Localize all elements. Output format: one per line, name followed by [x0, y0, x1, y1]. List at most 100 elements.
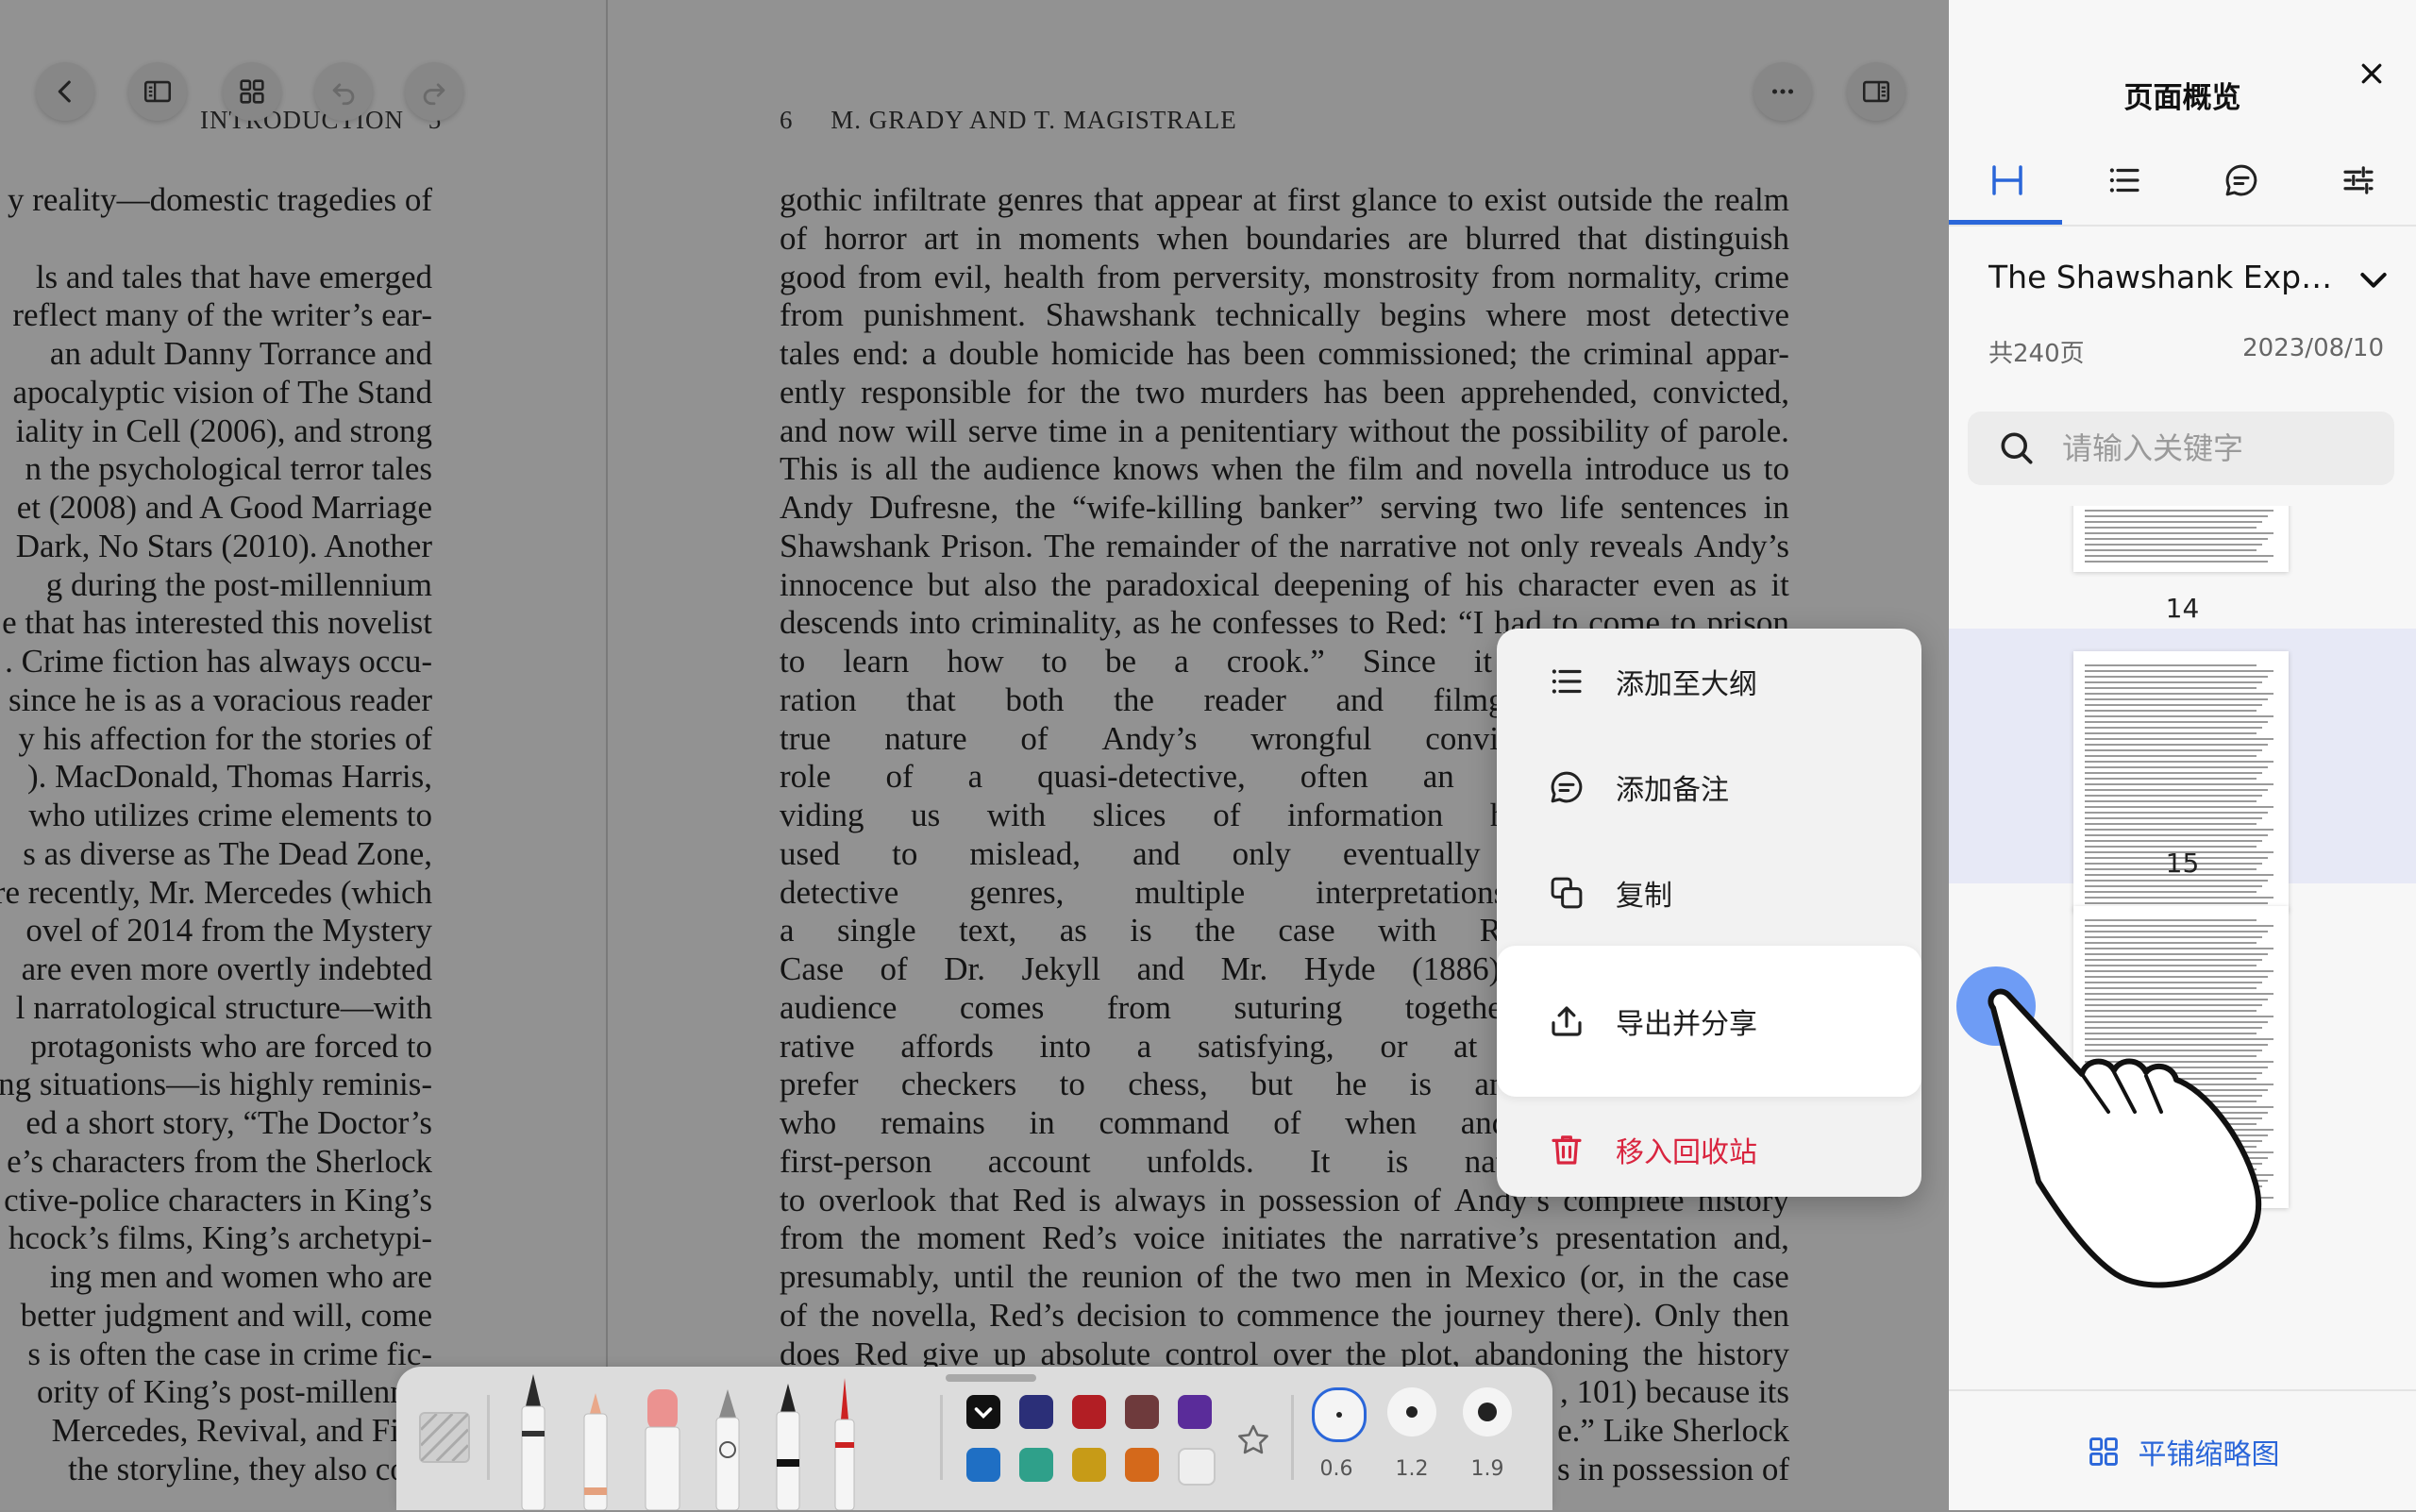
- left-page: INTRODUCTION 5 y reality—domestic traged…: [0, 0, 608, 1510]
- running-head-text: M. GRADY AND T. MAGISTRALE: [830, 106, 1237, 134]
- redo-button[interactable]: [405, 62, 463, 121]
- thumbnail-text-line: [2085, 959, 2262, 961]
- fountain-pen-tool[interactable]: [510, 1372, 557, 1510]
- color-swatch[interactable]: [1178, 1448, 1216, 1486]
- thumbnail-text-line: [2085, 976, 2268, 978]
- page-count: 共240页: [1988, 340, 2085, 368]
- tab-settings[interactable]: [2300, 138, 2416, 223]
- text-line: s is often the case in crime fic-: [27, 1335, 432, 1372]
- lasso-tool[interactable]: [704, 1386, 751, 1510]
- search-input[interactable]: [2060, 429, 2366, 467]
- menu-item-label: 复制: [1616, 880, 1672, 913]
- color-swatch[interactable]: [1125, 1395, 1159, 1429]
- eraser-pattern-tool[interactable]: [419, 1412, 470, 1463]
- text-line: ore recently, Mr. Mercedes (which: [0, 873, 432, 911]
- search-box[interactable]: [1968, 412, 2394, 485]
- color-swatch[interactable]: [966, 1448, 1000, 1482]
- thumbnail-text-line: [2085, 727, 2262, 729]
- text-line: l narratological structure—with: [15, 988, 432, 1026]
- text-line: g during the post-millennium: [45, 565, 432, 603]
- color-swatch[interactable]: [1072, 1395, 1106, 1429]
- side-panel-button[interactable]: [1847, 62, 1905, 121]
- layout-button[interactable]: [128, 62, 187, 121]
- toolbar-divider: [1291, 1395, 1294, 1480]
- tile-thumbnails-button[interactable]: 平铺缩略图: [1949, 1389, 2416, 1512]
- text-line: protagonists who are forced to: [30, 1027, 432, 1065]
- thickness-option-medium[interactable]: [1387, 1387, 1436, 1436]
- toolbar-drag-handle[interactable]: [946, 1374, 1036, 1382]
- text-line: the storyline, they also cont: [68, 1450, 432, 1487]
- text-line: of horror art in moments when boundaries are blu…: [780, 219, 1789, 257]
- red-pen-tool[interactable]: [821, 1376, 868, 1510]
- color-swatch[interactable]: [1125, 1448, 1159, 1482]
- text-line: Mercedes, Revival, and Find: [51, 1412, 432, 1449]
- close-button[interactable]: [2349, 51, 2394, 96]
- menu-item-label: 添加备注: [1616, 774, 1729, 807]
- toolbar-divider: [940, 1395, 943, 1480]
- thumbnail-text-line: [2085, 766, 2268, 768]
- tab-comments[interactable]: [2183, 138, 2300, 223]
- color-swatch[interactable]: [1178, 1395, 1212, 1429]
- thickness-option-small[interactable]: [1312, 1387, 1367, 1442]
- highlighter-tool[interactable]: [636, 1386, 689, 1510]
- color-swatch[interactable]: [966, 1395, 1000, 1429]
- page-thumbnail[interactable]: [2073, 506, 2289, 572]
- thumbnail-item-selected[interactable]: 15: [1949, 629, 2416, 912]
- comment-icon: [2225, 164, 2257, 196]
- back-button[interactable]: [36, 62, 94, 121]
- color-swatch[interactable]: [1019, 1395, 1053, 1429]
- tab-page-overview[interactable]: [1949, 138, 2066, 223]
- thumbnail-text-line: [2085, 778, 2257, 780]
- page-number: 6: [780, 106, 794, 134]
- thumbnail-text-line: [2085, 942, 2257, 944]
- menu-item-move-to-trash[interactable]: 移入回收站: [1497, 1097, 1921, 1197]
- color-swatch[interactable]: [1072, 1448, 1106, 1482]
- thickness-option-large[interactable]: [1463, 1387, 1512, 1436]
- thumbnail-text-line: [2085, 783, 2273, 785]
- menu-item-add-note[interactable]: 添加备注: [1497, 734, 1921, 840]
- color-swatch[interactable]: [1019, 1448, 1053, 1482]
- tile-thumbnails-label: 平铺缩略图: [2138, 1438, 2280, 1471]
- left-page-text: y reality—domestic tragedies of ls and t…: [0, 181, 432, 1489]
- thumbnail-text-line: [2085, 738, 2273, 740]
- menu-item-export-share[interactable]: 导出并分享: [1497, 946, 1921, 1097]
- reader-area[interactable]: INTRODUCTION 5 y reality—domestic traged…: [0, 0, 1949, 1510]
- chevron-left-icon: [58, 80, 71, 103]
- thumbnail-text-line: [2085, 817, 2262, 819]
- thickness-label: 1.2: [1395, 1457, 1429, 1481]
- text-line: ). MacDonald, Thomas Harris,: [27, 758, 432, 796]
- more-button[interactable]: [1753, 62, 1812, 121]
- thumbnail-text-line: [2085, 676, 2268, 678]
- share-export-icon: [1546, 1000, 1587, 1042]
- text-line: iality in Cell (2006), and strong: [15, 412, 432, 449]
- menu-item-label: 移入回收站: [1616, 1136, 1757, 1169]
- thumbnail-text-line: [2085, 834, 2268, 836]
- thumbnail-text-line: [2085, 732, 2257, 734]
- star-icon[interactable]: [1234, 1421, 1272, 1459]
- text-line: s as diverse as The Dead Zone,: [23, 834, 432, 872]
- text-line: who utilizes crime elements to: [28, 797, 432, 833]
- chevron-down-icon[interactable]: [2355, 260, 2392, 298]
- tab-outline[interactable]: [2066, 138, 2183, 223]
- text-line: y reality—domestic tragedies of: [8, 181, 432, 218]
- thumbnail-text-line: [2085, 772, 2262, 774]
- menu-item-copy[interactable]: 复制: [1497, 840, 1921, 946]
- undo-button[interactable]: [314, 62, 373, 121]
- side-panel-icon: [1862, 80, 1890, 103]
- pencil-tool[interactable]: [764, 1382, 812, 1510]
- thumbnail-item[interactable]: 14: [1949, 506, 2416, 629]
- grid-button[interactable]: [223, 62, 281, 121]
- thumbnail-text-line: [2085, 931, 2268, 932]
- thumbnail-text-line: [2085, 749, 2262, 751]
- text-line: better judgment and will, come: [20, 1296, 432, 1334]
- page-number-label: 15: [2165, 848, 2200, 879]
- thumbnail-text-line: [2085, 948, 2273, 949]
- menu-item-add-outline[interactable]: 添加至大纲: [1497, 629, 1921, 734]
- thumbnail-text-line: [2085, 532, 2273, 534]
- redo-icon: [423, 83, 445, 106]
- thumbnail-text-line: [2085, 698, 2268, 700]
- document-title[interactable]: The Shawshank Experience: [1988, 259, 2347, 295]
- text-line: Shawshank Prison. The remainder of the narrati…: [780, 527, 1789, 564]
- marker-tool[interactable]: [572, 1387, 619, 1510]
- outline-list-icon: [1546, 661, 1587, 702]
